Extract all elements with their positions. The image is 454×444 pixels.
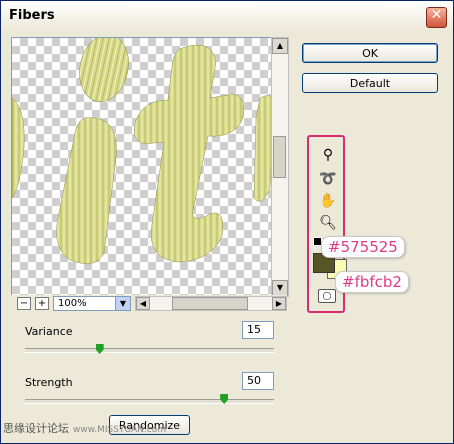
zoom-out-button[interactable]: −: [17, 297, 31, 310]
variance-label: Variance: [25, 325, 73, 338]
variance-field[interactable]: 15: [242, 321, 274, 339]
zoom-select[interactable]: 100% ▼: [53, 296, 131, 311]
default-button[interactable]: Default: [302, 73, 438, 93]
zoom-level: 100%: [58, 298, 87, 309]
title-bar: Fibers ✕: [1, 1, 453, 31]
vertical-scroll-thumb[interactable]: [273, 136, 286, 178]
hand-icon[interactable]: ✋: [317, 191, 339, 211]
close-icon: ✕: [430, 7, 443, 23]
preview-canvas[interactable]: [11, 37, 273, 297]
preview-vertical-scrollbar[interactable]: ▲ ▼: [271, 37, 289, 297]
scroll-down-icon[interactable]: ▼: [272, 280, 288, 296]
dialog-title: Fibers: [9, 8, 55, 23]
strength-field[interactable]: 50: [242, 372, 274, 390]
close-button[interactable]: ✕: [426, 7, 447, 28]
ok-button[interactable]: OK: [302, 43, 438, 63]
chevron-down-icon[interactable]: ▼: [115, 297, 130, 310]
scroll-right-icon[interactable]: ▶: [272, 297, 286, 310]
fibers-dialog: Fibers ✕ ▲ ▼ − + 100% ▼ ◀ ▶ OK Default ⚲…: [0, 0, 454, 444]
preview-horizontal-scrollbar[interactable]: ◀ ▶: [135, 296, 287, 311]
horizontal-scroll-thumb[interactable]: [172, 297, 248, 310]
watermark-text: 思缘设计论坛: [3, 422, 69, 435]
scroll-up-icon[interactable]: ▲: [272, 38, 288, 54]
foreground-color-callout: #575525: [321, 236, 405, 258]
variance-slider[interactable]: [25, 348, 274, 353]
background-color-callout: #fbfcb2: [335, 271, 409, 293]
scroll-left-icon[interactable]: ◀: [136, 297, 150, 310]
zoom-icon[interactable]: 🔍︎: [317, 213, 339, 233]
strength-label: Strength: [25, 376, 73, 389]
fiber-text-preview: [12, 38, 272, 264]
watermark: 思缘设计论坛 www.MISSYUAN.com: [3, 420, 166, 436]
lasso-icon[interactable]: ➰: [317, 169, 339, 189]
watermark-url: www.MISSYUAN.com: [73, 425, 167, 435]
zoom-in-button[interactable]: +: [35, 297, 49, 310]
magic-wand-icon[interactable]: ⚲: [317, 145, 339, 165]
strength-slider[interactable]: [25, 399, 274, 404]
quick-mask-icon[interactable]: ◯: [318, 289, 336, 303]
preview-controls: − + 100% ▼ ◀ ▶: [11, 295, 287, 313]
